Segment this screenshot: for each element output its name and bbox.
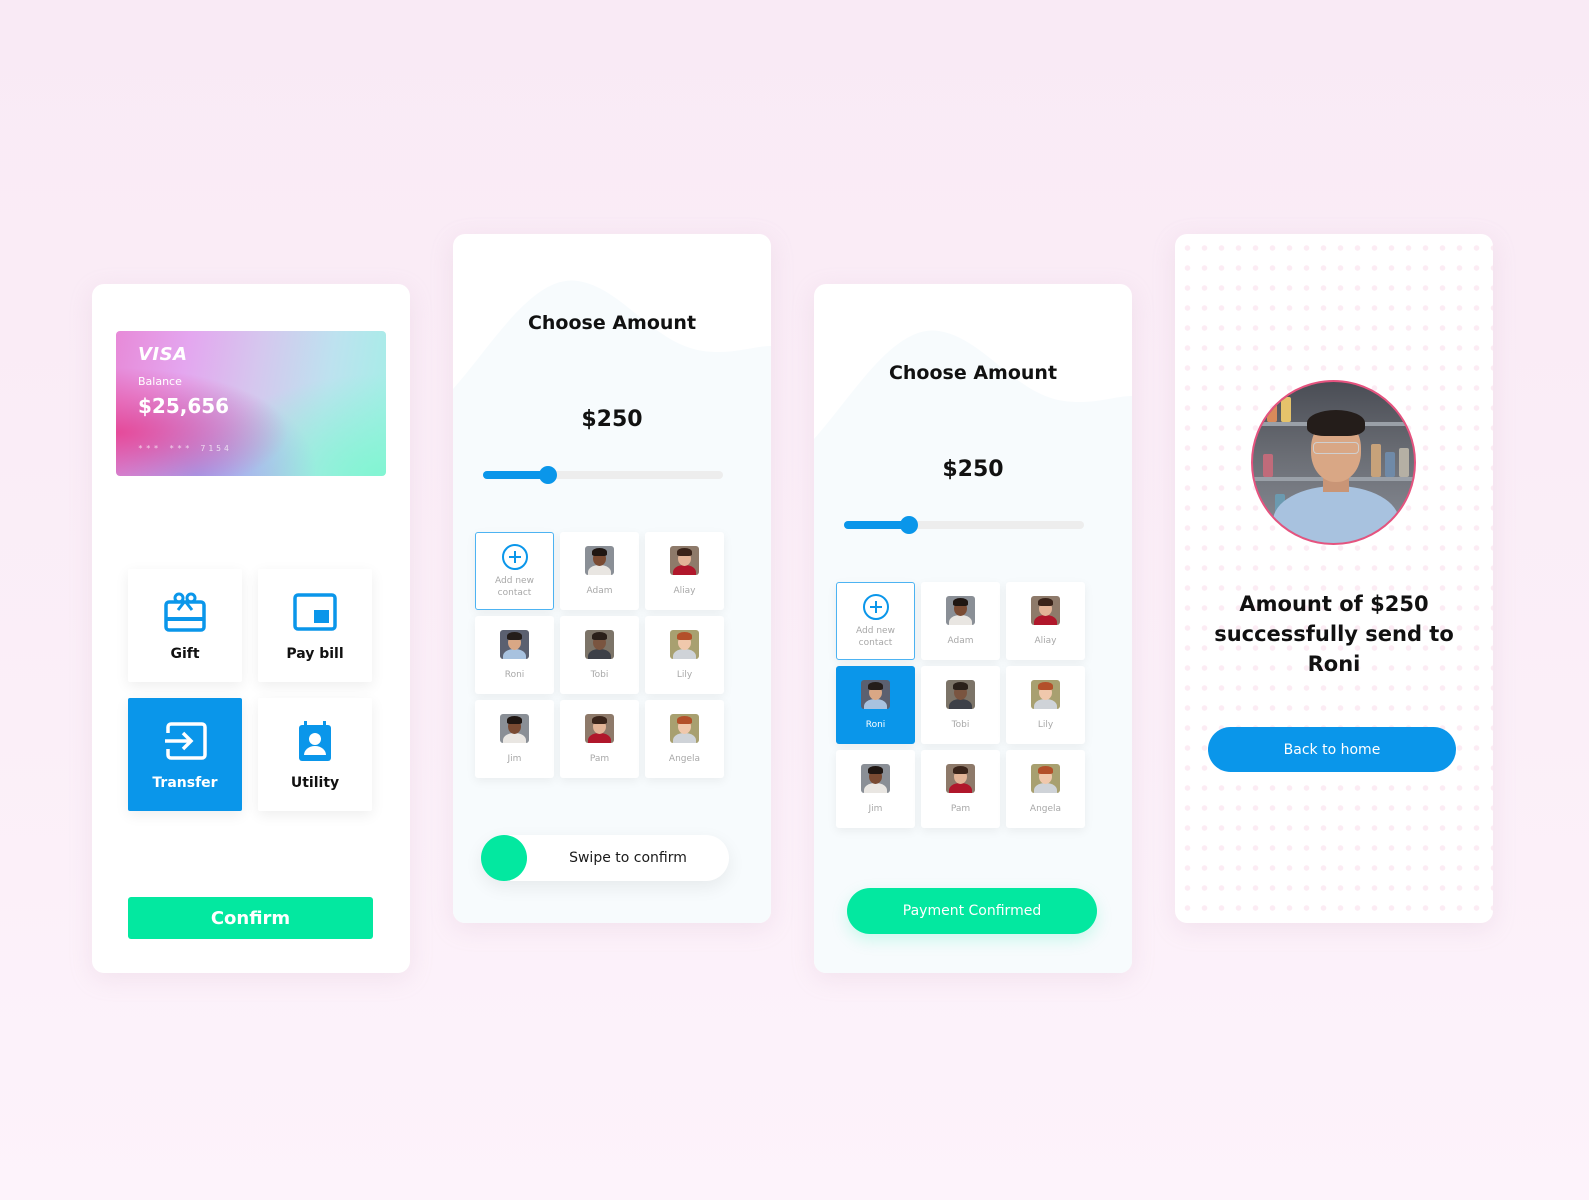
dot-pattern-background bbox=[1175, 234, 1493, 923]
transfer-label: Transfer bbox=[152, 774, 218, 791]
gift-tile[interactable]: Gift bbox=[128, 569, 242, 682]
contact-avatar bbox=[585, 629, 614, 659]
contact-avatar bbox=[500, 629, 529, 659]
amount-slider[interactable] bbox=[483, 466, 723, 484]
contact-tobi[interactable]: Tobi bbox=[560, 616, 639, 694]
contact-name: Roni bbox=[504, 669, 525, 680]
utility-label: Utility bbox=[290, 774, 340, 791]
pay-bill-tile[interactable]: Pay bill bbox=[258, 569, 372, 682]
pay-bill-label: Pay bill bbox=[286, 645, 344, 662]
contact-name: Angela bbox=[1029, 803, 1062, 814]
transfer-tile[interactable]: Transfer bbox=[128, 698, 242, 811]
contact-angela[interactable]: Angela bbox=[645, 700, 724, 778]
contact-avatar bbox=[585, 713, 614, 743]
contact-pam[interactable]: Pam bbox=[921, 750, 1000, 828]
contact-name: Aliay bbox=[1034, 635, 1057, 646]
contact-name: Lily bbox=[1037, 719, 1054, 730]
contact-adam[interactable]: Adam bbox=[921, 582, 1000, 660]
contact-grid: Add new contact Adam Aliay Roni Tobi Lily Jim P… bbox=[475, 532, 724, 778]
slider-thumb[interactable] bbox=[899, 516, 918, 534]
gift-label: Gift bbox=[170, 645, 200, 662]
contact-name: Pam bbox=[950, 803, 971, 814]
amount-value: $250 bbox=[942, 457, 1004, 482]
contact-lily[interactable]: Lily bbox=[1006, 666, 1085, 744]
contact-name: Roni bbox=[865, 719, 886, 730]
add-new-contact-button[interactable]: Add new contact bbox=[475, 532, 554, 610]
transfer-icon bbox=[165, 721, 207, 760]
contact-name: Lily bbox=[676, 669, 693, 680]
plus-circle-icon bbox=[501, 544, 528, 570]
contact-avatar bbox=[1031, 763, 1060, 793]
contact-name: Tobi bbox=[951, 719, 970, 730]
contact-avatar bbox=[1031, 679, 1060, 709]
contact-pam[interactable]: Pam bbox=[560, 700, 639, 778]
contact-jim[interactable]: Jim bbox=[836, 750, 915, 828]
balance-label: Balance bbox=[138, 375, 182, 388]
balance-value: $25,656 bbox=[138, 394, 230, 418]
contact-roni[interactable]: Roni bbox=[475, 616, 554, 694]
utility-tile[interactable]: Utility bbox=[258, 698, 372, 811]
contact-selected-screen: Choose Amount $250 Add new contact Adam Al… bbox=[814, 284, 1132, 973]
choose-amount-screen: Choose Amount $250 Add new contact Adam Al… bbox=[453, 234, 771, 923]
contact-tobi[interactable]: Tobi bbox=[921, 666, 1000, 744]
visa-logo: VISA bbox=[138, 344, 188, 365]
home-screen: VISA Balance $25,656 *** *** 7154 Gift P… bbox=[92, 284, 410, 973]
amount-slider[interactable] bbox=[844, 516, 1084, 534]
contact-avatar bbox=[585, 545, 614, 575]
contact-name: Tobi bbox=[590, 669, 609, 680]
visa-card[interactable]: VISA Balance $25,656 *** *** 7154 bbox=[116, 331, 386, 476]
card-number: *** *** 7154 bbox=[138, 444, 232, 453]
contact-angela[interactable]: Angela bbox=[1006, 750, 1085, 828]
contact-name: Angela bbox=[668, 753, 701, 764]
gift-card-icon bbox=[164, 592, 206, 632]
add-contact-label: Add new contact bbox=[495, 576, 534, 598]
contact-avatar bbox=[861, 679, 890, 709]
contact-jim[interactable]: Jim bbox=[475, 700, 554, 778]
contact-avatar bbox=[500, 713, 529, 743]
add-new-contact-button[interactable]: Add new contact bbox=[836, 582, 915, 660]
recipient-avatar bbox=[1251, 380, 1416, 545]
contact-avatar bbox=[670, 629, 699, 659]
add-contact-label: Add new contact bbox=[856, 626, 895, 648]
contact-calendar-icon bbox=[299, 720, 331, 761]
contact-lily[interactable]: Lily bbox=[645, 616, 724, 694]
payment-confirmed-button[interactable]: Payment Confirmed bbox=[847, 888, 1097, 934]
contact-name: Pam bbox=[589, 753, 610, 764]
choose-amount-title: Choose Amount bbox=[527, 312, 697, 334]
contact-avatar bbox=[670, 545, 699, 575]
contact-avatar bbox=[946, 763, 975, 793]
success-message: Amount of $250 successfully send to Roni bbox=[1214, 592, 1454, 676]
swipe-to-confirm[interactable]: Swipe to confirm bbox=[481, 835, 729, 881]
back-to-home-button[interactable]: Back to home bbox=[1208, 727, 1456, 772]
slider-thumb[interactable] bbox=[538, 466, 557, 484]
contact-avatar bbox=[946, 679, 975, 709]
confirm-button[interactable]: Confirm bbox=[128, 897, 373, 939]
contact-name: Jim bbox=[507, 753, 522, 764]
contact-aliay[interactable]: Aliay bbox=[1006, 582, 1085, 660]
swipe-knob[interactable] bbox=[481, 835, 527, 881]
contact-avatar bbox=[861, 763, 890, 793]
contact-adam[interactable]: Adam bbox=[560, 532, 639, 610]
contact-name: Adam bbox=[586, 585, 613, 596]
success-screen: Amount of $250 successfully send to Roni… bbox=[1175, 234, 1493, 923]
choose-amount-title: Choose Amount bbox=[888, 362, 1058, 384]
bill-icon bbox=[293, 592, 337, 631]
contact-avatar bbox=[670, 713, 699, 743]
amount-value: $250 bbox=[581, 407, 643, 432]
contact-name: Adam bbox=[947, 635, 974, 646]
swipe-label: Swipe to confirm bbox=[569, 850, 687, 866]
plus-circle-icon bbox=[862, 594, 889, 620]
contact-grid: Add new contact Adam Aliay Roni Tobi Lily Jim P… bbox=[836, 582, 1085, 828]
contact-name: Jim bbox=[868, 803, 883, 814]
contact-name: Aliay bbox=[673, 585, 696, 596]
contact-avatar bbox=[1031, 595, 1060, 625]
contact-roni[interactable]: Roni bbox=[836, 666, 915, 744]
contact-aliay[interactable]: Aliay bbox=[645, 532, 724, 610]
contact-avatar bbox=[946, 595, 975, 625]
